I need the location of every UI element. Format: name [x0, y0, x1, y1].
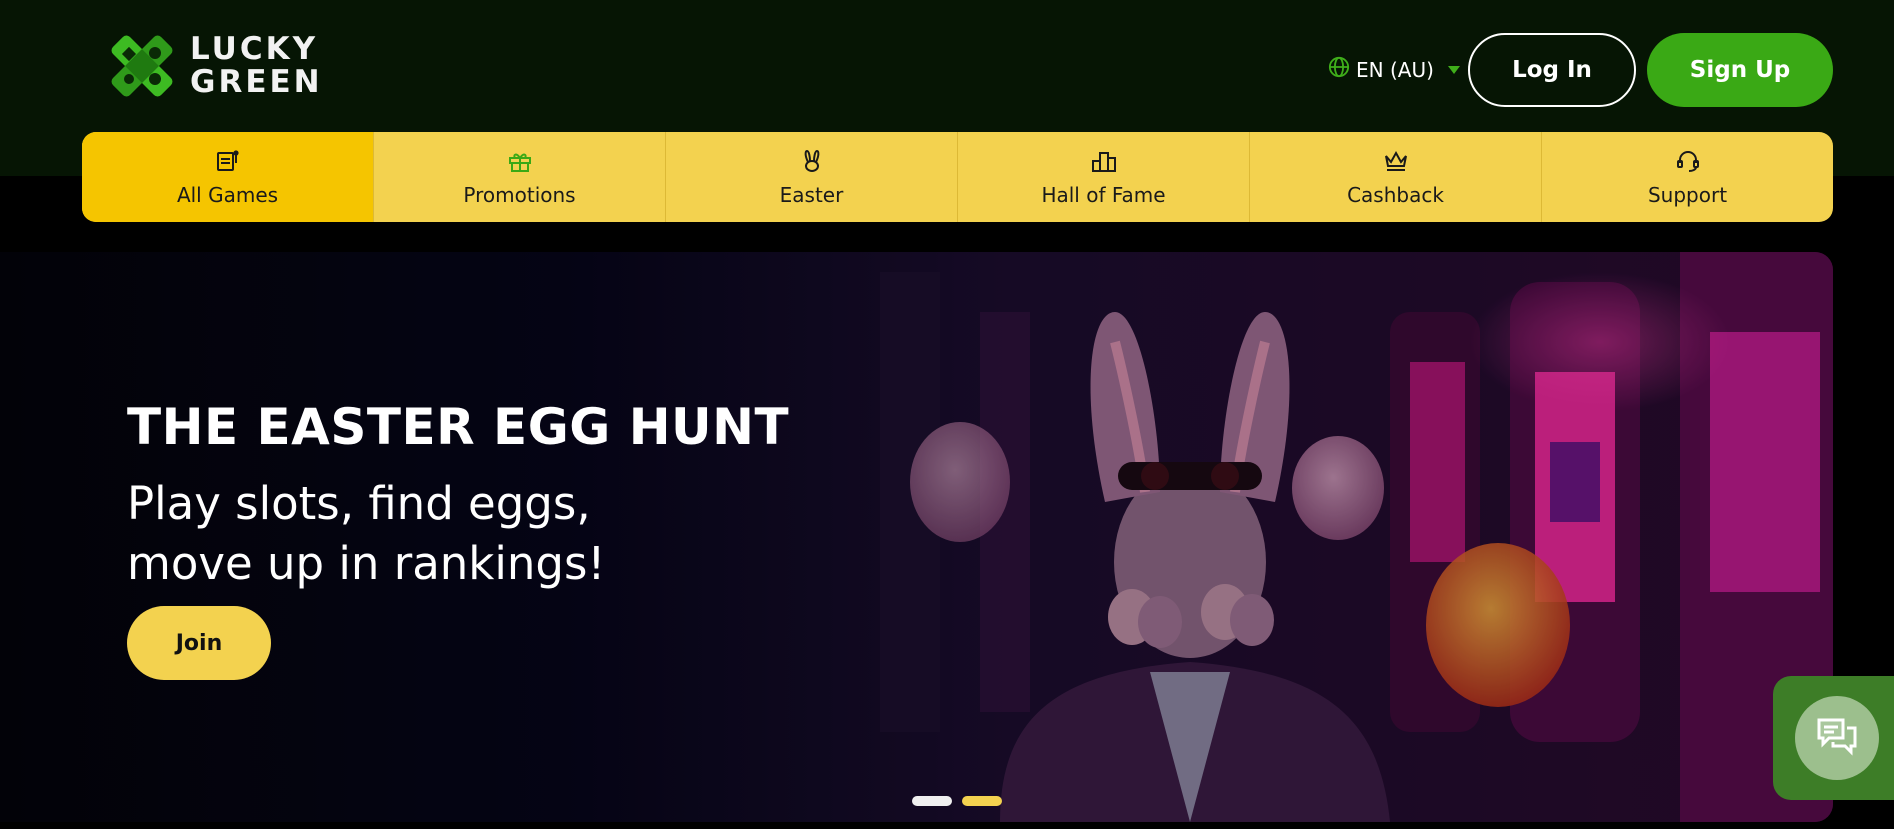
nav-label: Promotions [463, 182, 576, 207]
chevron-down-icon [1447, 65, 1460, 74]
globe-icon [1328, 56, 1350, 83]
carousel-dot-2[interactable] [962, 796, 1002, 806]
logo[interactable]: LUCKY GREEN [106, 30, 323, 102]
hero-banner[interactable]: THE EASTER EGG HUNT Play slots, find egg… [0, 252, 1833, 822]
nav-item-all-games[interactable]: All Games [82, 132, 374, 222]
nav-item-promotions[interactable]: Promotions [374, 132, 666, 222]
clover-cross-logo-icon [106, 30, 178, 102]
headset-icon [1675, 148, 1701, 179]
nav-item-easter[interactable]: Easter [666, 132, 958, 222]
slot-machine-icon [215, 148, 241, 179]
nav-label: All Games [176, 182, 279, 207]
chat-button[interactable] [1795, 696, 1879, 780]
nav-label: Cashback [1347, 182, 1444, 207]
join-button[interactable]: Join [127, 606, 271, 680]
hero-title: THE EASTER EGG HUNT [127, 398, 790, 456]
crown-icon [1383, 148, 1409, 179]
nav-label: Support [1647, 182, 1728, 207]
login-button[interactable]: Log In [1468, 33, 1636, 107]
hero-subtitle: Play slots, find eggs, move up in rankin… [127, 474, 647, 594]
nav-item-support[interactable]: Support [1542, 132, 1833, 222]
nav-label: Hall of Fame [1041, 182, 1166, 207]
language-label: EN (AU) [1356, 57, 1434, 82]
carousel-dot-1[interactable] [912, 796, 952, 806]
signup-button[interactable]: Sign Up [1647, 33, 1833, 107]
carousel-dots [912, 796, 1002, 806]
nav-label: Easter [779, 182, 844, 207]
nav-item-cashback[interactable]: Cashback [1250, 132, 1542, 222]
logo-line-2: GREEN [190, 64, 323, 100]
gift-icon [507, 148, 533, 179]
bunny-icon [799, 148, 825, 179]
nav-item-hall-of-fame[interactable]: Hall of Fame [958, 132, 1250, 222]
language-selector[interactable]: EN (AU) [1328, 56, 1460, 83]
logo-line-1: LUCKY [190, 31, 319, 67]
chat-widget[interactable] [1773, 676, 1894, 800]
logo-wordmark: LUCKY GREEN [190, 33, 323, 99]
hero-subtitle-line-2: move up in rankings! [127, 537, 606, 590]
hero-subtitle-line-1: Play slots, find eggs, [127, 477, 591, 530]
main-nav: All Games Promotions Easter Hall of Fame… [82, 132, 1833, 222]
podium-icon [1091, 148, 1117, 179]
chat-bubbles-icon [1815, 716, 1859, 760]
